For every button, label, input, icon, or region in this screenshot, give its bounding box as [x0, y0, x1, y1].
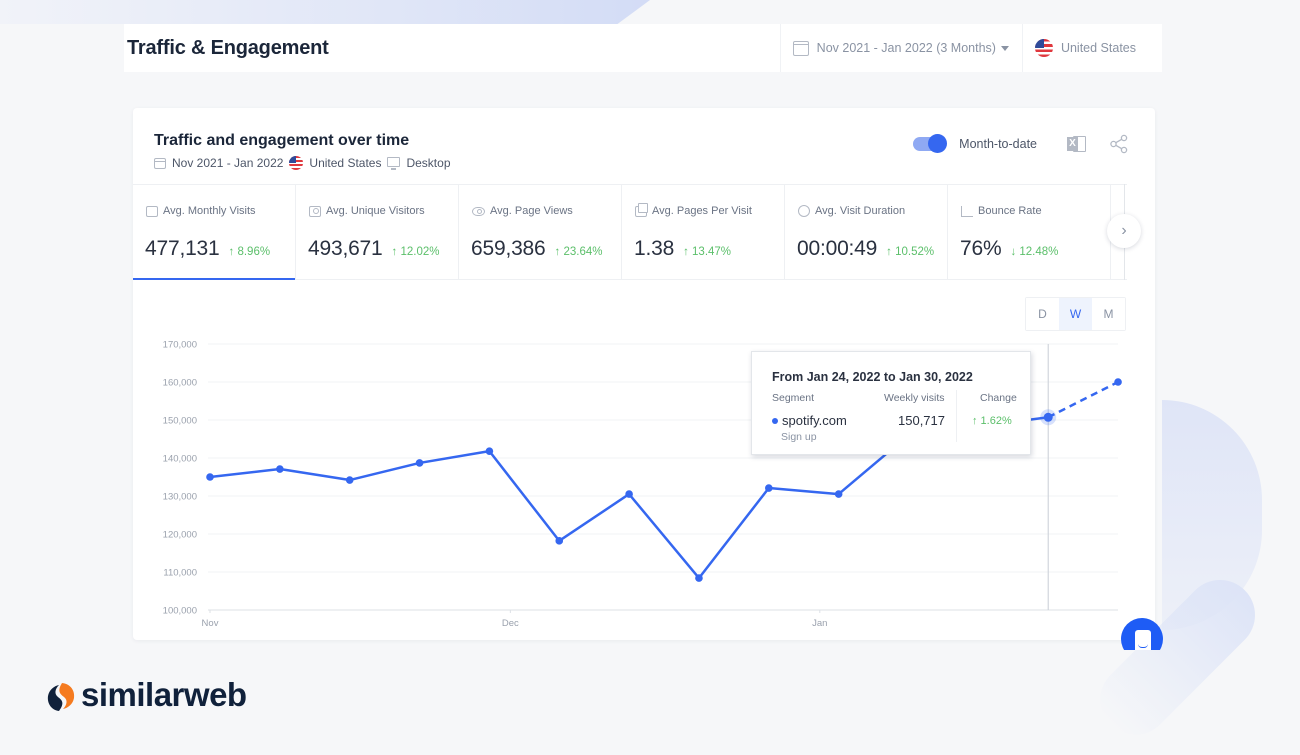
traffic-card: Traffic and engagement over time Nov 202… — [133, 108, 1155, 640]
chart-tooltip: From Jan 24, 2022 to Jan 30, 2022 Segmen… — [751, 351, 1031, 455]
y-tick-label: 110,000 — [163, 568, 197, 579]
y-tick-label: 150,000 — [163, 416, 197, 427]
page-title: Traffic & Engagement — [127, 36, 329, 59]
tooltip-change: ↑ 1.62% — [972, 415, 1012, 427]
data-point — [415, 459, 424, 467]
background-decoration-top — [0, 0, 650, 24]
tooltip-divider — [956, 390, 957, 442]
us-flag-icon — [1034, 39, 1053, 57]
tooltip-title: From Jan 24, 2022 to Jan 30, 2022 — [772, 370, 973, 384]
y-tick-label: 140,000 — [163, 454, 197, 465]
data-point — [276, 465, 284, 473]
y-tick-label: 130,000 — [163, 492, 197, 503]
tooltip-col-visits: Weekly visits — [884, 392, 945, 404]
tooltip-visits: 150,717 — [898, 413, 945, 428]
tooltip-site: spotify.com — [782, 413, 847, 428]
y-tick-label: 100,000 — [163, 606, 197, 617]
data-point — [695, 574, 703, 582]
similarweb-logo: similarweb — [45, 676, 247, 714]
data-point — [555, 537, 564, 545]
data-point — [765, 484, 773, 492]
data-point — [1114, 378, 1122, 386]
date-range-picker[interactable]: Nov 2021 - Jan 2022 (3 Months) — [779, 24, 1022, 72]
x-tick-label: Nov — [202, 618, 219, 629]
calendar-icon — [792, 40, 809, 56]
series-dot-icon — [772, 418, 778, 424]
date-range-label: Nov 2021 - Jan 2022 (3 Months) — [816, 41, 996, 55]
series-line-incomplete — [1047, 380, 1119, 419]
data-point — [206, 473, 214, 481]
similarweb-logo-text: similarweb — [81, 676, 247, 713]
data-point-highlighted — [1043, 412, 1053, 422]
tooltip-col-segment: Segment — [772, 392, 815, 404]
data-point — [834, 490, 843, 498]
x-tick-label: Dec — [502, 618, 519, 629]
data-point — [345, 476, 354, 484]
header-controls: Nov 2021 - Jan 2022 (3 Months) United St… — [779, 24, 1162, 72]
country-selector[interactable]: United States — [1021, 24, 1162, 72]
caret-down-icon — [1000, 45, 1009, 51]
y-tick-label: 120,000 — [163, 530, 197, 541]
x-tick-label: Jan — [812, 618, 827, 629]
similarweb-logo-icon — [47, 683, 75, 711]
data-point — [625, 490, 633, 498]
data-point — [485, 447, 494, 455]
y-tick-label: 160,000 — [163, 378, 197, 389]
tooltip-col-change: Change — [980, 392, 1017, 404]
chat-widget-button[interactable] — [1121, 618, 1163, 650]
y-tick-label: 170,000 — [163, 340, 197, 351]
country-label: United States — [1060, 41, 1136, 55]
tooltip-segment: Sign up — [781, 431, 817, 443]
page-header: Traffic & Engagement Nov 2021 - Jan 2022… — [124, 24, 1162, 72]
